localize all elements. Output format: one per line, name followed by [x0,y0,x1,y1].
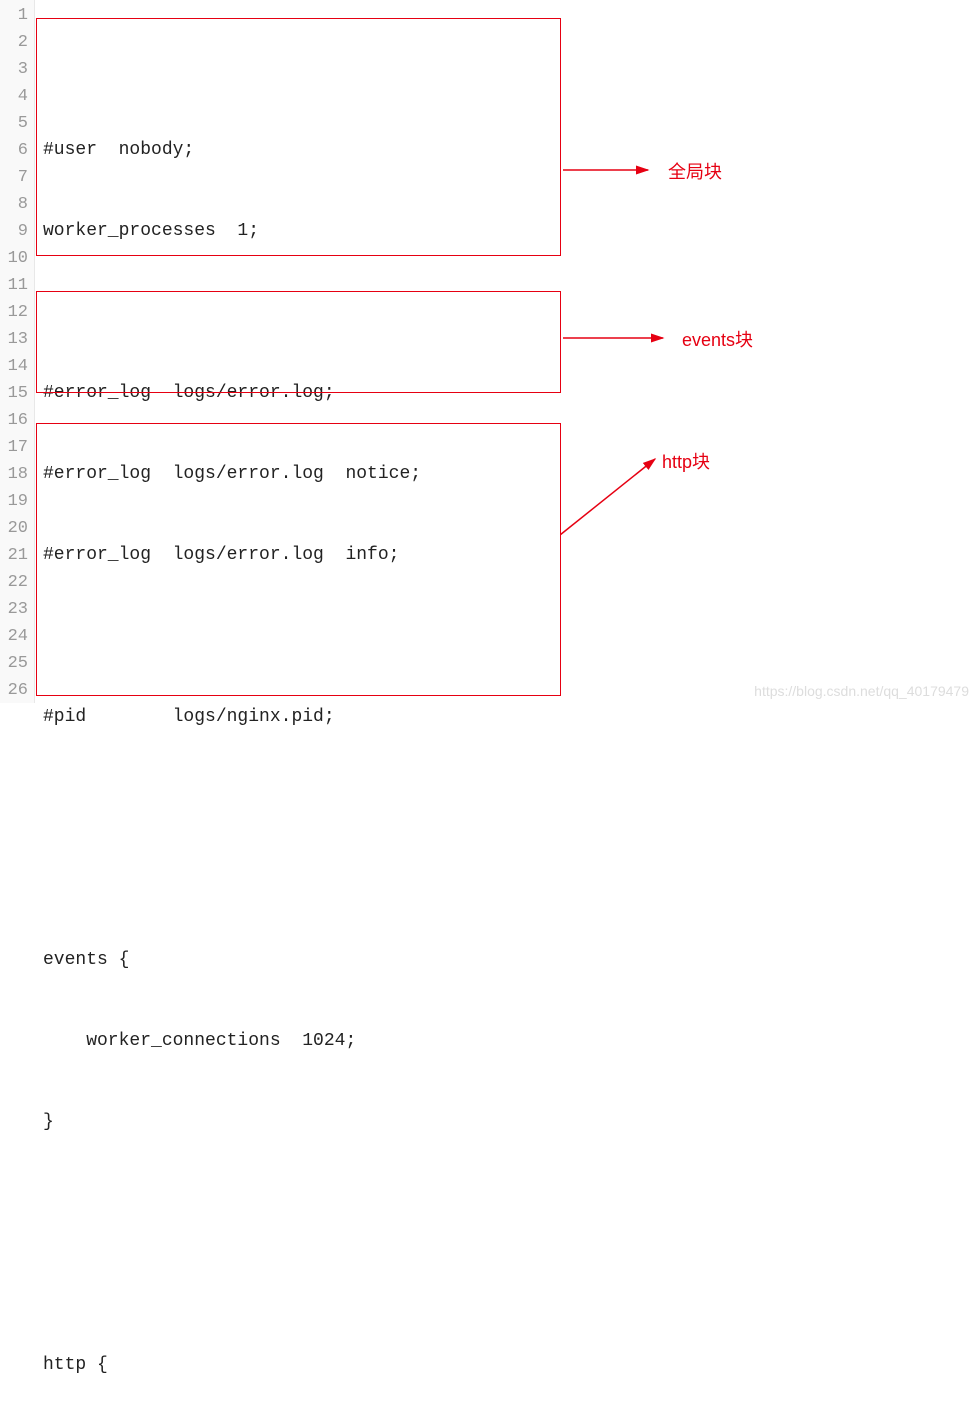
line-number: 6 [0,137,28,164]
code-editor: 1 2 3 4 5 6 7 8 9 10 11 12 13 14 15 16 1… [0,0,977,703]
line-number: 14 [0,353,28,380]
line-number: 20 [0,515,28,542]
line-number: 19 [0,488,28,515]
annotation-label-http: http块 [662,448,710,474]
line-number: 1 [0,2,28,29]
code-line: worker_processes 1; [43,218,977,245]
line-number: 3 [0,56,28,83]
code-line [43,866,977,893]
line-number-gutter: 1 2 3 4 5 6 7 8 9 10 11 12 13 14 15 16 1… [0,0,35,703]
code-line: } [43,1109,977,1136]
line-number: 4 [0,83,28,110]
code-line: #pid logs/nginx.pid; [43,704,977,731]
code-line: #error_log logs/error.log; [43,380,977,407]
line-number: 18 [0,461,28,488]
code-line [43,623,977,650]
line-number: 22 [0,569,28,596]
line-number: 16 [0,407,28,434]
line-number: 8 [0,191,28,218]
watermark: https://blog.csdn.net/qq_40179479 [754,683,969,699]
line-number: 2 [0,29,28,56]
code-line: #error_log logs/error.log info; [43,542,977,569]
line-number: 12 [0,299,28,326]
line-number: 17 [0,434,28,461]
line-number: 15 [0,380,28,407]
line-number: 5 [0,110,28,137]
code-line [43,299,977,326]
code-line [43,1190,977,1217]
line-number: 9 [0,218,28,245]
line-number: 26 [0,677,28,704]
line-number: 23 [0,596,28,623]
line-number: 7 [0,164,28,191]
code-line [43,785,977,812]
line-number: 11 [0,272,28,299]
code-line: events { [43,947,977,974]
line-number: 13 [0,326,28,353]
code-line: #error_log logs/error.log notice; [43,461,977,488]
code-line [43,1271,977,1298]
line-number: 10 [0,245,28,272]
code-line [43,56,977,83]
code-content: #user nobody; worker_processes 1; #error… [35,0,977,703]
line-number: 25 [0,650,28,677]
code-line: http { [43,1352,977,1379]
line-number: 21 [0,542,28,569]
code-line: worker_connections 1024; [43,1028,977,1055]
code-line: #user nobody; [43,137,977,164]
line-number: 24 [0,623,28,650]
annotation-label-events: events块 [682,326,753,352]
annotation-label-global: 全局块 [668,158,722,184]
